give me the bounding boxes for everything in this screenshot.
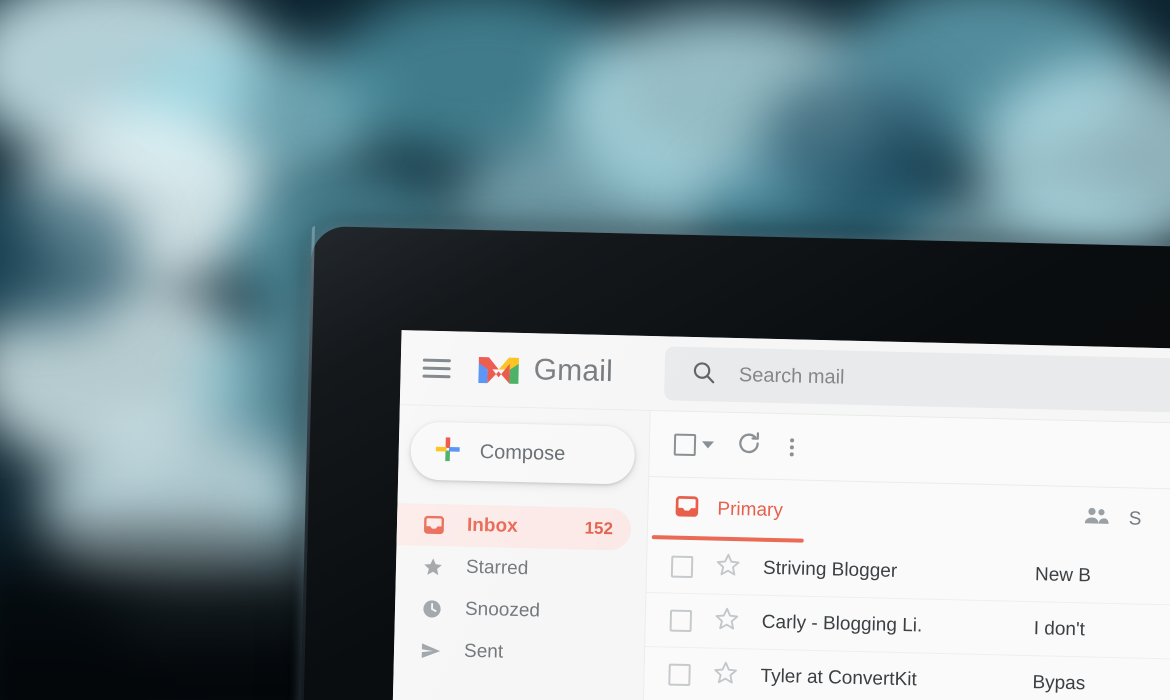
sidebar-item-label: Inbox bbox=[466, 514, 518, 537]
hamburger-menu-icon[interactable] bbox=[422, 358, 451, 378]
inbox-icon bbox=[423, 514, 446, 537]
gmail-logo[interactable]: Gmail bbox=[476, 352, 613, 389]
plus-icon bbox=[432, 433, 463, 469]
sidebar: Compose Inbox 152 Starred Snoozed Sent bbox=[389, 405, 650, 700]
inbox-unread-count: 152 bbox=[584, 518, 614, 539]
compose-button[interactable]: Compose bbox=[410, 421, 636, 485]
star-icon[interactable] bbox=[712, 660, 739, 692]
laptop-device: Gmail Search mail Compose Inbox 152 Star… bbox=[298, 226, 1170, 700]
refresh-icon[interactable] bbox=[736, 430, 763, 462]
sidebar-item-inbox[interactable]: Inbox 152 bbox=[396, 503, 632, 551]
clock-icon bbox=[421, 598, 444, 621]
row-checkbox[interactable] bbox=[670, 555, 694, 578]
tab-social[interactable]: S bbox=[1056, 487, 1168, 552]
sidebar-item-label: Starred bbox=[465, 556, 529, 580]
email-sender: Tyler at ConvertKit bbox=[760, 665, 918, 690]
sidebar-item-starred[interactable]: Starred bbox=[396, 545, 631, 593]
email-subject: New B bbox=[1034, 563, 1092, 586]
compose-label: Compose bbox=[479, 440, 566, 465]
gmail-m-logo bbox=[476, 352, 521, 387]
select-all-control[interactable] bbox=[673, 433, 715, 456]
sidebar-item-sent[interactable]: Sent bbox=[394, 629, 629, 677]
checkbox-icon[interactable] bbox=[673, 433, 697, 456]
email-list-pane: Primary S Striving Blogger New B Carly -… bbox=[639, 411, 1170, 700]
search-icon bbox=[691, 358, 718, 390]
email-subject: Bypas bbox=[1032, 671, 1086, 694]
gmail-wordmark: Gmail bbox=[533, 353, 614, 389]
star-icon[interactable] bbox=[715, 552, 742, 584]
tab-label: S bbox=[1128, 508, 1142, 530]
star-icon[interactable] bbox=[713, 606, 740, 638]
gmail-body: Compose Inbox 152 Starred Snoozed Sent P… bbox=[389, 404, 1170, 700]
sidebar-item-label: Sent bbox=[463, 640, 504, 663]
star-icon bbox=[422, 556, 445, 579]
row-checkbox[interactable] bbox=[669, 609, 693, 632]
email-subject: I don't bbox=[1033, 617, 1086, 640]
people-icon bbox=[1082, 504, 1111, 534]
email-sender: Carly - Blogging Li. bbox=[761, 611, 923, 636]
email-sender: Striving Blogger bbox=[762, 557, 898, 582]
sidebar-item-snoozed[interactable]: Snoozed bbox=[395, 587, 630, 635]
chevron-down-icon[interactable] bbox=[701, 441, 715, 449]
tab-label: Primary bbox=[717, 498, 784, 522]
row-checkbox[interactable] bbox=[668, 663, 691, 686]
sidebar-item-label: Snoozed bbox=[464, 598, 541, 622]
send-icon bbox=[420, 640, 443, 663]
more-vertical-icon[interactable] bbox=[784, 437, 800, 456]
search-bar[interactable] bbox=[664, 346, 1170, 421]
inbox-icon bbox=[674, 494, 700, 525]
laptop-screen: Gmail Search mail Compose Inbox 152 Star… bbox=[389, 330, 1170, 700]
search-input[interactable] bbox=[738, 363, 1170, 406]
tab-primary[interactable]: Primary bbox=[648, 477, 810, 543]
